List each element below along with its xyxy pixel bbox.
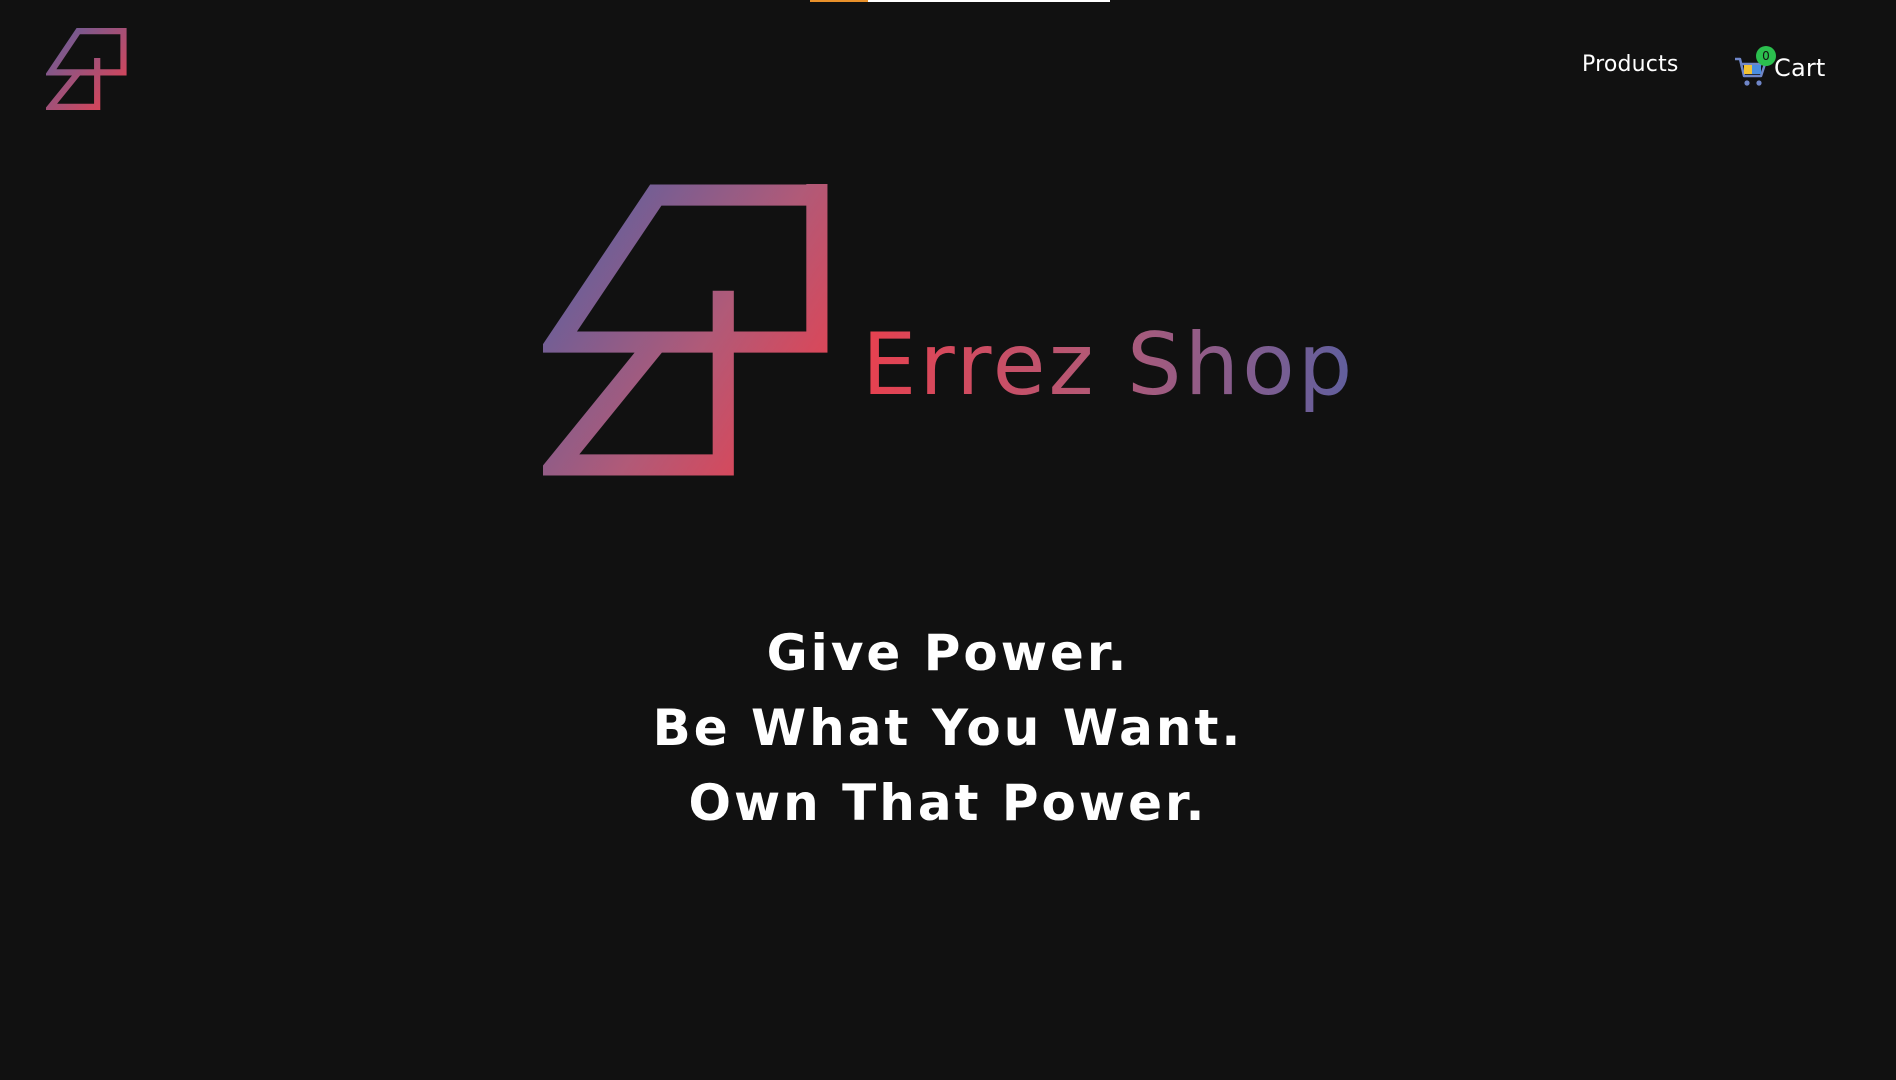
tagline-line-3: Own That Power. <box>688 774 1208 832</box>
nav-cart-button[interactable]: 0 Cart <box>1734 46 1826 90</box>
cart-icon-wrapper: 0 <box>1734 46 1776 90</box>
loading-progress-bar <box>810 0 1110 2</box>
cart-count-badge: 0 <box>1756 46 1776 66</box>
nav-products-link[interactable]: Products <box>1582 52 1679 77</box>
cart-label: Cart <box>1774 54 1826 82</box>
hero-title: Errez Shop <box>862 314 1356 415</box>
errez-logo-icon <box>543 184 828 476</box>
hero-logo <box>543 184 831 476</box>
hero-tagline: Give Power. Be What You Want. Own That P… <box>0 616 1896 841</box>
errez-logo-icon <box>46 28 127 110</box>
nav-home-logo[interactable] <box>46 28 128 110</box>
tagline-line-1: Give Power. <box>766 624 1130 682</box>
tagline-line-2: Be What You Want. <box>652 699 1244 757</box>
page: Products 0 Cart Errez Shop Give Power. B… <box>0 0 1896 1080</box>
